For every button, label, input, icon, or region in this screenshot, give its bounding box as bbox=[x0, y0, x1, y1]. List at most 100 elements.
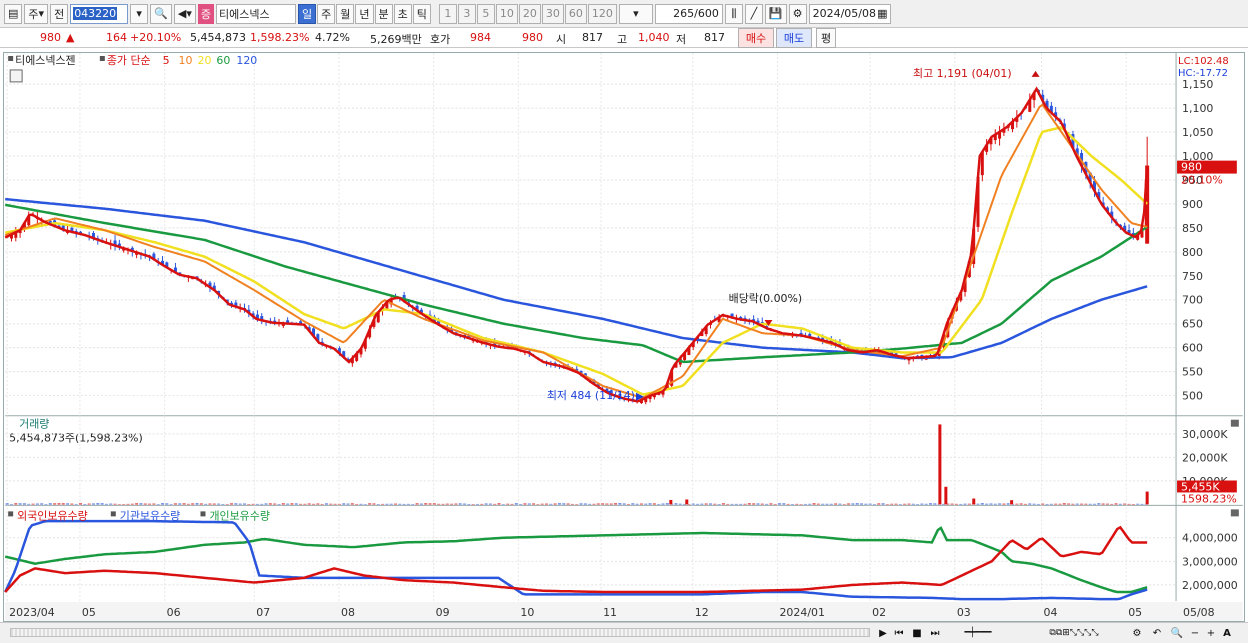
tab-period-3[interactable]: 년 bbox=[355, 3, 374, 24]
zoom-slider-icon[interactable]: ━┿━━━ bbox=[948, 626, 1008, 640]
interval-button-120[interactable]: 120 bbox=[587, 3, 617, 24]
interval-button-30[interactable]: 30 bbox=[541, 3, 564, 24]
volume-bar bbox=[1032, 503, 1036, 505]
chart-menu-icon[interactable]: ▤ bbox=[4, 3, 23, 24]
bar-count-field[interactable]: 265/600 bbox=[654, 3, 723, 24]
volume-bar bbox=[708, 503, 712, 505]
candle-icon[interactable]: ⫼ bbox=[724, 3, 743, 24]
volume-bar bbox=[458, 503, 462, 505]
x-tick-label: 09 bbox=[436, 606, 450, 619]
collapse-icon[interactable] bbox=[1230, 509, 1239, 517]
interval-button-3[interactable]: 3 bbox=[457, 3, 476, 24]
turnover: 4.72% bbox=[315, 31, 350, 44]
low-price: 817 bbox=[704, 31, 725, 44]
interval-button-1[interactable]: 1 bbox=[438, 3, 457, 24]
volume-bar bbox=[989, 503, 993, 505]
interval-select[interactable]: ▾ bbox=[618, 3, 653, 24]
volume-bar bbox=[834, 503, 838, 505]
tab-period-6[interactable]: 틱 bbox=[412, 3, 431, 24]
sell-button[interactable]: 매도 bbox=[776, 28, 812, 48]
volume-value: 5,454,873 bbox=[190, 31, 246, 44]
legend-marker bbox=[99, 55, 105, 61]
volume-bar bbox=[998, 503, 1002, 505]
interval-button-60[interactable]: 60 bbox=[564, 3, 587, 24]
speaker-icon[interactable]: ◀▾ bbox=[173, 3, 196, 24]
line-tool-icon[interactable]: ╱ bbox=[744, 3, 763, 24]
gear-icon[interactable]: ⚙ bbox=[788, 3, 807, 24]
legend-ma-5: 5 bbox=[163, 54, 170, 67]
volume-bar bbox=[1105, 503, 1109, 505]
interval-button-10[interactable]: 10 bbox=[495, 3, 518, 24]
settings-icon[interactable]: ⚙ bbox=[1130, 626, 1144, 640]
volume-bar bbox=[747, 503, 751, 505]
volume-bar bbox=[821, 503, 825, 505]
y-tick-label: 1,150 bbox=[1182, 78, 1213, 91]
collapse-icon[interactable] bbox=[1230, 419, 1239, 427]
stock-code-input[interactable]: 043220 bbox=[70, 3, 129, 24]
code-dropdown-icon[interactable]: ▾ bbox=[130, 3, 149, 24]
stock-name-field[interactable]: 티에스넥스 bbox=[216, 3, 296, 24]
volume-bar bbox=[514, 503, 518, 505]
volume-bar bbox=[549, 503, 553, 505]
volume-bar bbox=[579, 503, 583, 505]
y-tick-label: 650 bbox=[1182, 318, 1203, 331]
volume-bar bbox=[195, 503, 199, 505]
volume-bar bbox=[661, 503, 665, 505]
y-tick-label: 550 bbox=[1182, 366, 1203, 379]
font-size-icon[interactable]: A bbox=[1220, 626, 1234, 640]
volume-bar bbox=[618, 503, 622, 505]
stop-icon[interactable]: ■ bbox=[910, 626, 924, 640]
interval-button-20[interactable]: 20 bbox=[518, 3, 541, 24]
tab-period-1[interactable]: 주 bbox=[317, 3, 336, 24]
volume-bar bbox=[91, 503, 95, 505]
volume-bar bbox=[592, 503, 596, 505]
volume-bar bbox=[148, 503, 152, 505]
save-icon[interactable]: 💾 bbox=[764, 3, 787, 24]
volume-bar bbox=[596, 503, 600, 505]
rewind-icon[interactable]: ⏮ bbox=[892, 626, 906, 640]
tab-period-5[interactable]: 초 bbox=[393, 3, 412, 24]
undo-icon[interactable]: ↶ bbox=[1150, 626, 1164, 640]
minus-icon[interactable]: − bbox=[1188, 626, 1202, 640]
volume-bar bbox=[294, 503, 298, 505]
plus-icon[interactable]: + bbox=[1204, 626, 1218, 640]
search-icon[interactable]: 🔍 bbox=[150, 3, 172, 24]
chart-area[interactable]: 5005506006507007508008509009501,0001,050… bbox=[3, 52, 1245, 622]
volume-bar bbox=[678, 503, 682, 505]
calendar-icon[interactable]: ▦ bbox=[877, 7, 887, 20]
tab-period-4[interactable]: 분 bbox=[374, 3, 393, 24]
forward-icon[interactable]: ⏭ bbox=[928, 626, 942, 640]
tab-period-0[interactable]: 일 bbox=[298, 3, 317, 24]
volume-bar bbox=[22, 503, 26, 505]
volume-bar bbox=[605, 503, 609, 505]
high-label: 고 bbox=[617, 33, 628, 46]
volume-bar bbox=[825, 503, 829, 505]
tab-period-2[interactable]: 월 bbox=[336, 3, 355, 24]
volume-bar bbox=[588, 503, 592, 505]
table-view-icon[interactable] bbox=[9, 69, 23, 83]
chart-scrollbar[interactable] bbox=[10, 628, 870, 637]
drawing-tools-icon[interactable]: ⧉⧉⊞⤡⤡⤡⤡ bbox=[1024, 626, 1124, 640]
x-tick-label: 05/08 bbox=[1183, 606, 1215, 619]
eval-button[interactable]: 평 bbox=[816, 28, 836, 48]
volume-bar bbox=[860, 503, 863, 505]
volume-bar bbox=[691, 503, 695, 505]
y-tick-label: 800 bbox=[1182, 246, 1203, 259]
date-field[interactable]: 2024/05/08 ▦ bbox=[808, 3, 891, 24]
quote-label: 호가 bbox=[430, 33, 451, 46]
y-tick-label: 1,050 bbox=[1182, 126, 1213, 139]
volume-bar bbox=[639, 503, 643, 505]
period-type-button[interactable]: 전 bbox=[50, 3, 69, 24]
change-value: 164 bbox=[106, 31, 127, 44]
market-select[interactable]: 주 ▾ bbox=[24, 3, 49, 24]
volume-bar bbox=[614, 503, 618, 505]
play-icon[interactable]: ▶ bbox=[876, 626, 890, 640]
volume-bar bbox=[583, 503, 587, 505]
magnify-icon[interactable]: 🔍 bbox=[1170, 626, 1184, 640]
interval-button-5[interactable]: 5 bbox=[476, 3, 495, 24]
volume-bar bbox=[652, 503, 656, 505]
buy-button[interactable]: 매수 bbox=[738, 28, 774, 48]
trade-amount: 5,269백만 bbox=[370, 33, 422, 46]
bid-price: 980 bbox=[522, 31, 543, 44]
x-tick-label: 11 bbox=[603, 606, 617, 619]
